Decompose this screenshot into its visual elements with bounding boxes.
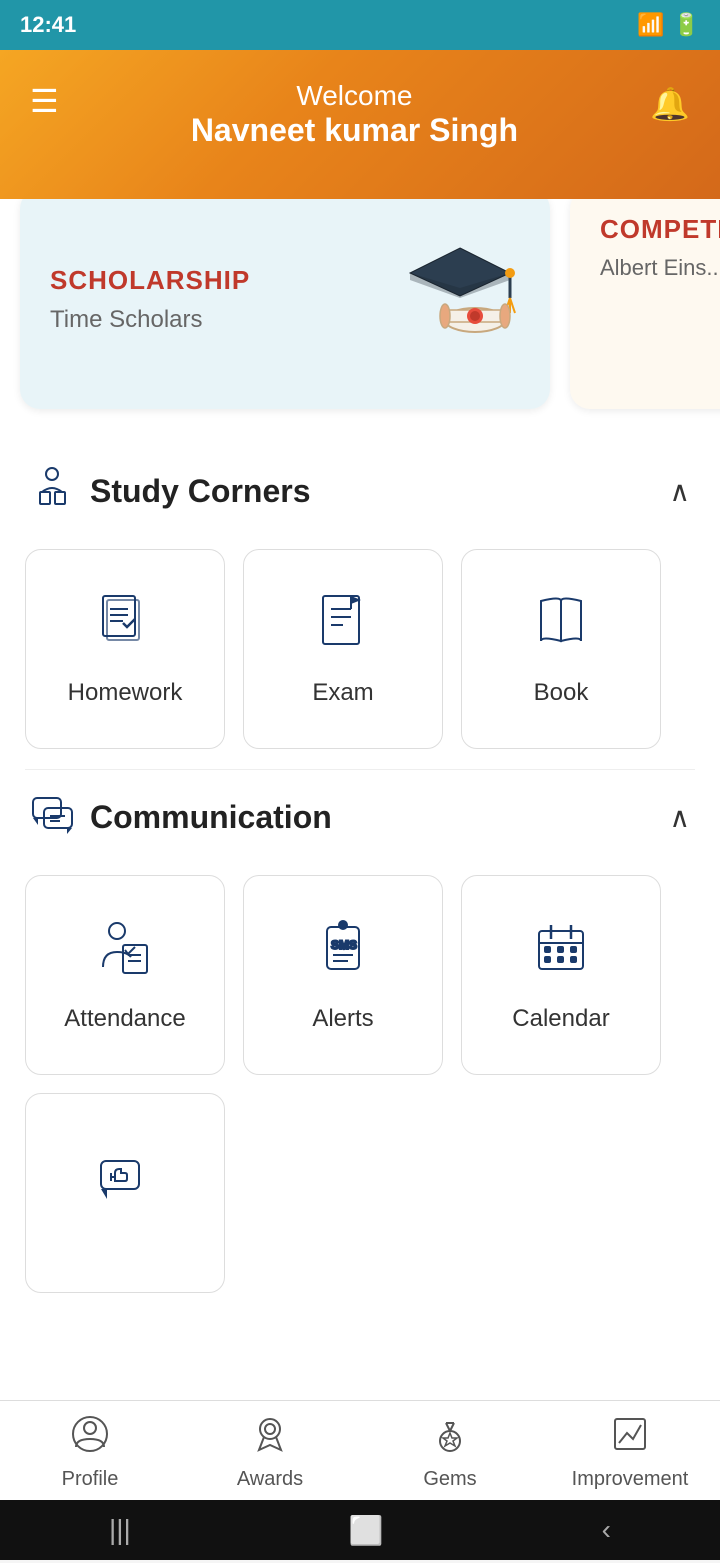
study-corners-icon [30, 464, 75, 519]
communication-title: Communication [90, 799, 332, 836]
profile-icon [71, 1415, 109, 1462]
attendance-label: Attendance [64, 1005, 185, 1033]
status-time: 12:41 [20, 12, 76, 38]
calendar-label: Calendar [512, 1005, 609, 1033]
header: ☰ Welcome Navneet kumar Singh 🔔 [0, 50, 720, 199]
study-corners-title: Study Corners [90, 473, 310, 510]
calendar-icon [531, 917, 591, 990]
nav-improvement[interactable]: Improvement [540, 1415, 720, 1491]
android-back-icon[interactable]: ||| [109, 1514, 131, 1546]
scholarship-card[interactable]: SCHOLARSHIP Time Scholars [20, 189, 550, 409]
card-type-competition: COMPETI... [600, 214, 720, 245]
communication-header[interactable]: Communication ∧ [0, 770, 720, 865]
improvement-icon [611, 1415, 649, 1462]
homework-label: Homework [68, 679, 183, 707]
awards-icon [251, 1415, 289, 1462]
calendar-item[interactable]: Calendar [461, 875, 661, 1075]
book-label: Book [534, 679, 589, 707]
communication-grid: Attendance SMS Alerts [0, 865, 720, 1393]
scholarship-image [400, 238, 520, 360]
attendance-item[interactable]: Attendance [25, 875, 225, 1075]
competition-card[interactable]: COMPETI... Albert Eins... Scholarshi... [570, 189, 720, 409]
exam-item[interactable]: Exam [243, 549, 443, 749]
nav-gems[interactable]: Gems [360, 1415, 540, 1491]
nav-gems-label: Gems [423, 1468, 476, 1491]
study-corners-chevron: ∧ [670, 475, 691, 508]
nav-awards[interactable]: Awards [180, 1415, 360, 1491]
feedback-item[interactable] [25, 1093, 225, 1293]
hamburger-icon[interactable]: ☰ [30, 85, 59, 117]
nav-improvement-label: Improvement [572, 1468, 689, 1491]
communication-icon [30, 790, 75, 845]
feedback-icon [95, 1149, 155, 1222]
header-center: Welcome Navneet kumar Singh [191, 80, 518, 149]
android-nav-bar: ||| ⬜ ‹ [0, 1500, 720, 1560]
nav-profile-label: Profile [62, 1468, 119, 1491]
alerts-label: Alerts [312, 1005, 373, 1033]
svg-text:SMS: SMS [331, 938, 357, 952]
alerts-icon: SMS [313, 917, 373, 990]
exam-label: Exam [312, 679, 373, 707]
welcome-text: Welcome [191, 80, 518, 112]
card-name-competition: Albert Eins... Scholarshi... [600, 255, 720, 281]
android-home-icon[interactable]: ⬜ [349, 1514, 384, 1547]
card-name-scholarship: Time Scholars [50, 306, 250, 334]
attendance-icon [95, 917, 155, 990]
exam-icon [313, 591, 373, 664]
book-item[interactable]: Book [461, 549, 661, 749]
homework-item[interactable]: Homework [25, 549, 225, 749]
book-icon [531, 591, 591, 664]
android-recents-icon[interactable]: ‹ [602, 1514, 611, 1546]
user-name: Navneet kumar Singh [191, 112, 518, 149]
alerts-item[interactable]: SMS Alerts [243, 875, 443, 1075]
study-corners-header[interactable]: Study Corners ∧ [0, 444, 720, 539]
status-icons: 📶 🔋 [637, 12, 700, 38]
main-content: Study Corners ∧ Homework [0, 434, 720, 1403]
gems-icon [431, 1415, 469, 1462]
cards-section: SCHOLARSHIP Time Scholars [0, 179, 720, 434]
card-type-scholarship: SCHOLARSHIP [50, 265, 250, 296]
study-corners-grid: Homework Exam [0, 539, 720, 769]
status-bar: 12:41 📶 🔋 [0, 0, 720, 50]
notification-bell-icon[interactable]: 🔔 [650, 85, 690, 123]
nav-profile[interactable]: Profile [0, 1415, 180, 1491]
communication-chevron: ∧ [670, 801, 691, 834]
bottom-nav: Profile Awards Gems [0, 1400, 720, 1500]
homework-icon [95, 591, 155, 664]
nav-awards-label: Awards [237, 1468, 303, 1491]
